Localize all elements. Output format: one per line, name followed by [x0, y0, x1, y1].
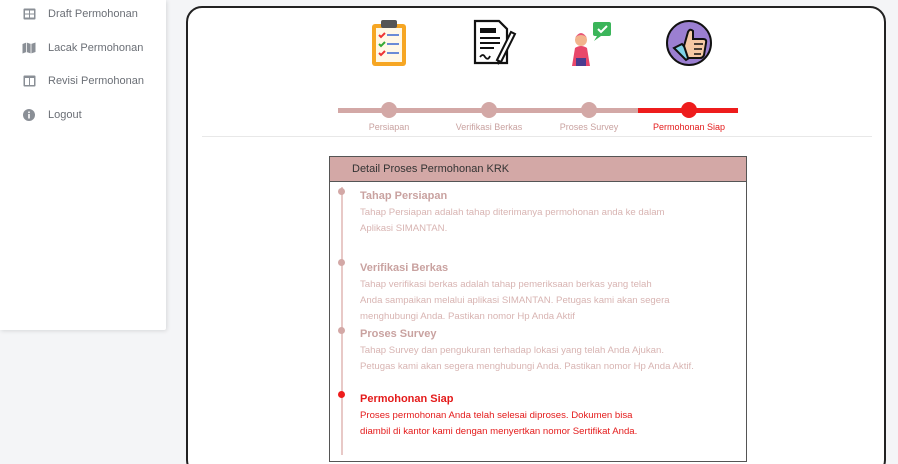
sidebar-item-label: Lacak Permohonan — [48, 42, 144, 54]
desc-line: Aplikasi SIMANTAN. — [360, 223, 448, 234]
sidebar-item-revisi-permohonan[interactable]: Revisi Permohonan — [0, 67, 166, 95]
step-dot — [581, 102, 597, 118]
timeline-item-title: Permohonan Siap — [360, 393, 454, 405]
timeline-item-title: Tahap Persiapan — [360, 190, 448, 202]
desc-line: Tahap verifikasi berkas adalah tahap pem… — [360, 279, 652, 290]
progress-steps: Persiapan Verifikasi Berkas Proses Surve… — [338, 14, 738, 134]
divider — [202, 136, 872, 137]
timeline-item: Verifikasi Berkas Tahap verifikasi berka… — [360, 262, 745, 325]
timeline-item-desc: Proses permohonan Anda telah selesai dip… — [360, 408, 745, 440]
timeline-item-title: Proses Survey — [360, 328, 437, 340]
step-label: Verifikasi Berkas — [455, 122, 523, 132]
sidebar-item-label: Draft Permohonan — [48, 8, 138, 20]
map-icon — [22, 41, 36, 55]
step-label: Proses Survey — [559, 122, 619, 132]
sidebar: Draft Permohonan Lacak Permohonan Revisi… — [0, 0, 166, 330]
desc-line: diambil di kantor kami dengan menyertkan… — [360, 426, 638, 437]
table-grid-icon — [22, 7, 36, 21]
clipboard-checklist-icon — [372, 20, 406, 66]
step-label-active: Permohonan Siap — [652, 122, 726, 132]
desc-line: Petugas kami akan segera menghubungi And… — [360, 361, 694, 372]
step-dot-active — [681, 102, 697, 118]
timeline-item-desc: Tahap Survey dan pengukuran terhadap lok… — [360, 343, 745, 375]
sidebar-item-draft-permohonan[interactable]: Draft Permohonan — [0, 0, 166, 28]
person-chat-icon — [572, 22, 611, 66]
desc-line: Tahap Persiapan adalah tahap diterimanya… — [360, 207, 665, 218]
sidebar-item-lacak-permohonan[interactable]: Lacak Permohonan — [0, 34, 166, 62]
timeline-item-desc: Tahap Persiapan adalah tahap diterimanya… — [360, 205, 745, 237]
detail-header: Detail Proses Permohonan KRK — [330, 157, 746, 182]
step-dot — [481, 102, 497, 118]
sidebar-item-label: Logout — [48, 109, 82, 121]
timeline-dot — [338, 188, 345, 195]
sidebar-item-label: Revisi Permohonan — [48, 75, 144, 87]
timeline-item-active: Permohonan Siap Proses permohonan Anda t… — [360, 393, 745, 440]
thumbs-up-icon — [666, 20, 712, 66]
document-pen-icon — [473, 19, 517, 65]
detail-panel: Detail Proses Permohonan KRK Tahap Persi… — [329, 156, 747, 462]
timeline-dot — [338, 327, 345, 334]
info-circle-icon — [22, 108, 36, 122]
timeline-item: Tahap Persiapan Tahap Persiapan adalah t… — [360, 190, 745, 237]
desc-line: Anda sampaikan melalui aplikasi SIMANTAN… — [360, 295, 670, 306]
step-label: Persiapan — [368, 122, 410, 132]
timeline-dot — [338, 259, 345, 266]
timeline-item-desc: Tahap verifikasi berkas adalah tahap pem… — [360, 277, 745, 325]
timeline-line — [341, 187, 343, 455]
timeline-item-title: Verifikasi Berkas — [360, 262, 449, 274]
desc-line: menghubungi Anda. Pastikan nomor Hp Anda… — [360, 311, 575, 322]
step-dot — [381, 102, 397, 118]
sidebar-item-logout[interactable]: Logout — [0, 101, 166, 129]
desc-line: Tahap Survey dan pengukuran terhadap lok… — [360, 345, 665, 356]
columns-icon — [22, 74, 36, 88]
main-card: Persiapan Verifikasi Berkas Proses Surve… — [186, 6, 886, 464]
timeline-dot-active — [338, 391, 345, 398]
timeline-item: Proses Survey Tahap Survey dan pengukura… — [360, 328, 745, 375]
desc-line: Proses permohonan Anda telah selesai dip… — [360, 410, 633, 421]
